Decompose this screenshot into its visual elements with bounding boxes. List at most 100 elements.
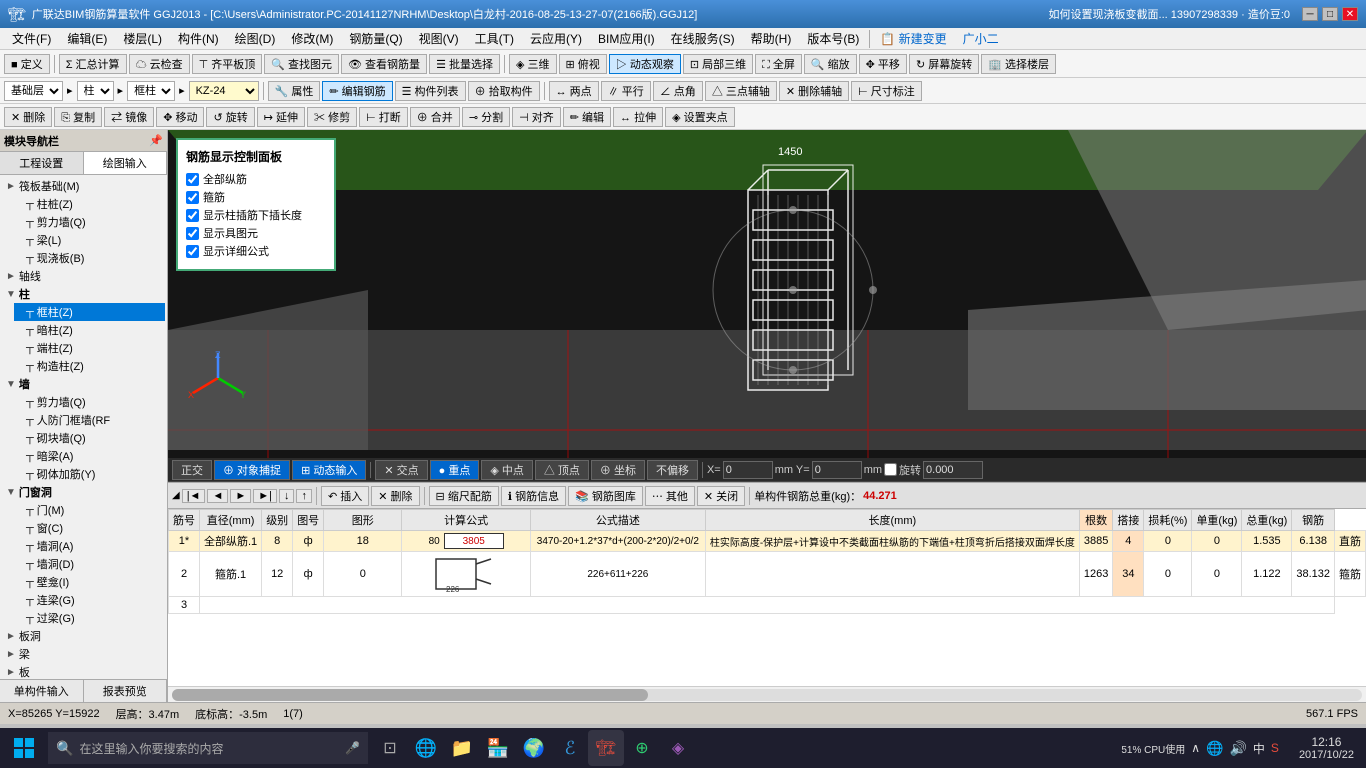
tray-icon-s[interactable]: S <box>1271 741 1279 755</box>
check-show-element[interactable]: 显示具图元 <box>186 225 326 241</box>
viewport[interactable]: 1450 Y X Z 钢筋显示控制面板 全部纵筋 <box>168 130 1366 458</box>
tree-group-door[interactable]: ▼ 门窗洞 <box>2 483 165 501</box>
btn-select-floor[interactable]: 🏢 选择楼层 <box>981 54 1056 74</box>
start-button[interactable] <box>4 728 44 768</box>
btn-screen-rotate[interactable]: ↻ 屏幕旋转 <box>909 54 979 74</box>
tray-icon-chevron[interactable]: ∧ <box>1191 741 1200 755</box>
btn-vertex[interactable]: △ 顶点 <box>535 460 589 480</box>
menu-version[interactable]: 版本号(B) <box>799 28 867 49</box>
tray-icon-network[interactable]: 🌐 <box>1206 740 1223 757</box>
btn-set-grip[interactable]: ◈ 设置夹点 <box>665 107 735 127</box>
btn-orthogonal[interactable]: 正交 <box>172 460 212 480</box>
tree-item-frame-col[interactable]: ┬框柱(Z) <box>14 303 165 321</box>
btn-dim[interactable]: ⊢ 尺寸标注 <box>851 81 922 101</box>
btn-rotate[interactable]: ↺ 旋转 <box>206 107 254 127</box>
btn-trim[interactable]: ✂ 修剪 <box>307 107 357 127</box>
btn-midpoint2[interactable]: ◈ 中点 <box>481 460 533 480</box>
btn-insert[interactable]: ↶ 插入 <box>321 486 369 506</box>
btn-nav-up[interactable]: ↑ <box>296 489 312 503</box>
tree-item-coupling-beam[interactable]: ┬连梁(G) <box>14 591 165 609</box>
btn-delete[interactable]: ✕ 删除 <box>4 107 52 127</box>
btn-report-preview[interactable]: 报表预览 <box>84 680 168 702</box>
btn-dynamic-observe[interactable]: ▷ 动态观察 <box>609 54 681 74</box>
menu-new-change[interactable]: 📋 新建变更 <box>872 28 954 49</box>
btn-pick-element[interactable]: ⊕ 拾取构件 <box>468 81 540 101</box>
btn-point-angle[interactable]: ∠ 点角 <box>653 81 703 101</box>
btn-parallel[interactable]: ∥ 平行 <box>601 81 651 101</box>
btn-stretch[interactable]: ↔ 拉伸 <box>613 107 663 127</box>
element-id-select[interactable]: KZ-24 <box>189 81 259 101</box>
tab-draw-input[interactable]: 绘图输入 <box>84 152 168 174</box>
tree-item-raft[interactable]: ► 筏板基础(M) <box>2 177 165 195</box>
btn-element-list[interactable]: ☰ 构件列表 <box>395 81 466 101</box>
btn-intersection[interactable]: ✕ 交点 <box>375 460 427 480</box>
btn-fullscreen[interactable]: ⛶ 全屏 <box>755 54 802 74</box>
btn-top-view[interactable]: ⊞ 俯视 <box>559 54 607 74</box>
element-type-select[interactable]: 柱 <box>77 81 114 101</box>
btn-batch-select[interactable]: ☰ 批量选择 <box>429 54 500 74</box>
btn-find-element[interactable]: 🔍 查找图元 <box>264 54 339 74</box>
check-show-element-input[interactable] <box>186 227 199 240</box>
clock[interactable]: 12:16 2017/10/22 <box>1291 735 1362 761</box>
taskbar-icon-app2[interactable]: ◈ <box>660 730 696 766</box>
tray-icon-sound[interactable]: 🔊 <box>1229 740 1246 757</box>
btn-nav-first[interactable]: |◄ <box>182 489 206 503</box>
btn-del-aux[interactable]: ✕ 删除辅轴 <box>779 81 849 101</box>
close-button[interactable]: ✕ <box>1342 7 1358 21</box>
tray-icon-ime[interactable]: 中 <box>1253 740 1265 757</box>
btn-coord[interactable]: ⊕ 坐标 <box>591 460 645 480</box>
btn-rebar-info[interactable]: ℹ 钢筋信息 <box>501 486 566 506</box>
menu-help[interactable]: 帮助(H) <box>743 28 800 49</box>
menu-floor[interactable]: 楼层(L) <box>115 28 170 49</box>
tree-item-struct-col[interactable]: ┬构造柱(Z) <box>14 357 165 375</box>
btn-midpoint[interactable]: ● 重点 <box>430 460 480 480</box>
tree-item-window[interactable]: ┬窗(C) <box>14 519 165 537</box>
btn-three-points[interactable]: △ 三点辅轴 <box>705 81 777 101</box>
menu-file[interactable]: 文件(F) <box>4 28 59 49</box>
rotate-checkbox[interactable] <box>884 463 897 476</box>
check-stirrup-input[interactable] <box>186 191 199 204</box>
btn-other[interactable]: ⋯ 其他 <box>645 486 695 506</box>
btn-delete-row[interactable]: ✕ 删除 <box>371 486 419 506</box>
btn-split[interactable]: ⊸ 分割 <box>462 107 510 127</box>
btn-local-3d[interactable]: ⊡ 局部三维 <box>683 54 753 74</box>
btn-mirror[interactable]: ⇄ 镜像 <box>104 107 154 127</box>
tree-item-wall-hole-a[interactable]: ┬墙洞(A) <box>14 537 165 555</box>
menu-edit[interactable]: 编辑(E) <box>59 28 115 49</box>
menu-modify[interactable]: 修改(M) <box>283 28 341 49</box>
taskbar-icon-edge[interactable]: 🌐 <box>408 730 444 766</box>
tree-group-column[interactable]: ▼ 柱 <box>2 285 165 303</box>
tree-item-slabs[interactable]: ► 板 <box>2 663 165 679</box>
menu-bim[interactable]: BIM应用(I) <box>590 28 663 49</box>
tree-item-wall-renfang[interactable]: ┬人防门框墙(RF <box>14 411 165 429</box>
taskbar-icon-chrome[interactable]: 🌍 <box>516 730 552 766</box>
tree-item-masonry-rebar[interactable]: ┬砌体加筋(Y) <box>14 465 165 483</box>
btn-nav-down[interactable]: ↓ <box>279 489 295 503</box>
btn-two-points[interactable]: ↔ 两点 <box>549 81 599 101</box>
btn-3d[interactable]: ◈ 三维 <box>509 54 557 74</box>
panel-pin[interactable]: 📌 <box>149 134 163 147</box>
check-detail-formula[interactable]: 显示详细公式 <box>186 243 326 259</box>
tree-item-pile[interactable]: ┬柱桩(Z) <box>14 195 165 213</box>
tab-project-settings[interactable]: 工程设置 <box>0 152 84 174</box>
tree-item-slab-hole[interactable]: ► 板洞 <box>2 627 165 645</box>
btn-no-offset[interactable]: 不偏移 <box>647 460 698 480</box>
tree-item-beam[interactable]: ┬梁(L) <box>14 231 165 249</box>
menu-view[interactable]: 视图(V) <box>411 28 467 49</box>
check-insert-length-input[interactable] <box>186 209 199 222</box>
tree-item-shearwall[interactable]: ┬剪力墙(Q) <box>14 213 165 231</box>
btn-single-element-input[interactable]: 单构件输入 <box>0 680 84 702</box>
btn-sum[interactable]: Σ 汇总计算 <box>59 54 127 74</box>
btn-rebar-library[interactable]: 📚 钢筋图库 <box>568 486 643 506</box>
y-input[interactable] <box>812 461 862 479</box>
minimize-button[interactable]: ─ <box>1302 7 1318 21</box>
btn-merge[interactable]: ⊕ 合并 <box>410 107 460 127</box>
btn-extend[interactable]: ↦ 延伸 <box>257 107 305 127</box>
h-scrollbar[interactable] <box>172 689 1362 701</box>
rebar-table[interactable]: 筋号 直径(mm) 级别 图号 图形 计算公式 公式描述 长度(mm) 根数 搭… <box>168 509 1366 686</box>
tree-item-over-beam[interactable]: ┬过梁(G) <box>14 609 165 627</box>
taskbar-icon-ie[interactable]: ℰ <box>552 730 588 766</box>
h-scrollbar-thumb[interactable] <box>172 689 648 701</box>
taskbar-icon-app1[interactable]: ⊕ <box>624 730 660 766</box>
tree-item-wall-shear[interactable]: ┬剪力墙(Q) <box>14 393 165 411</box>
